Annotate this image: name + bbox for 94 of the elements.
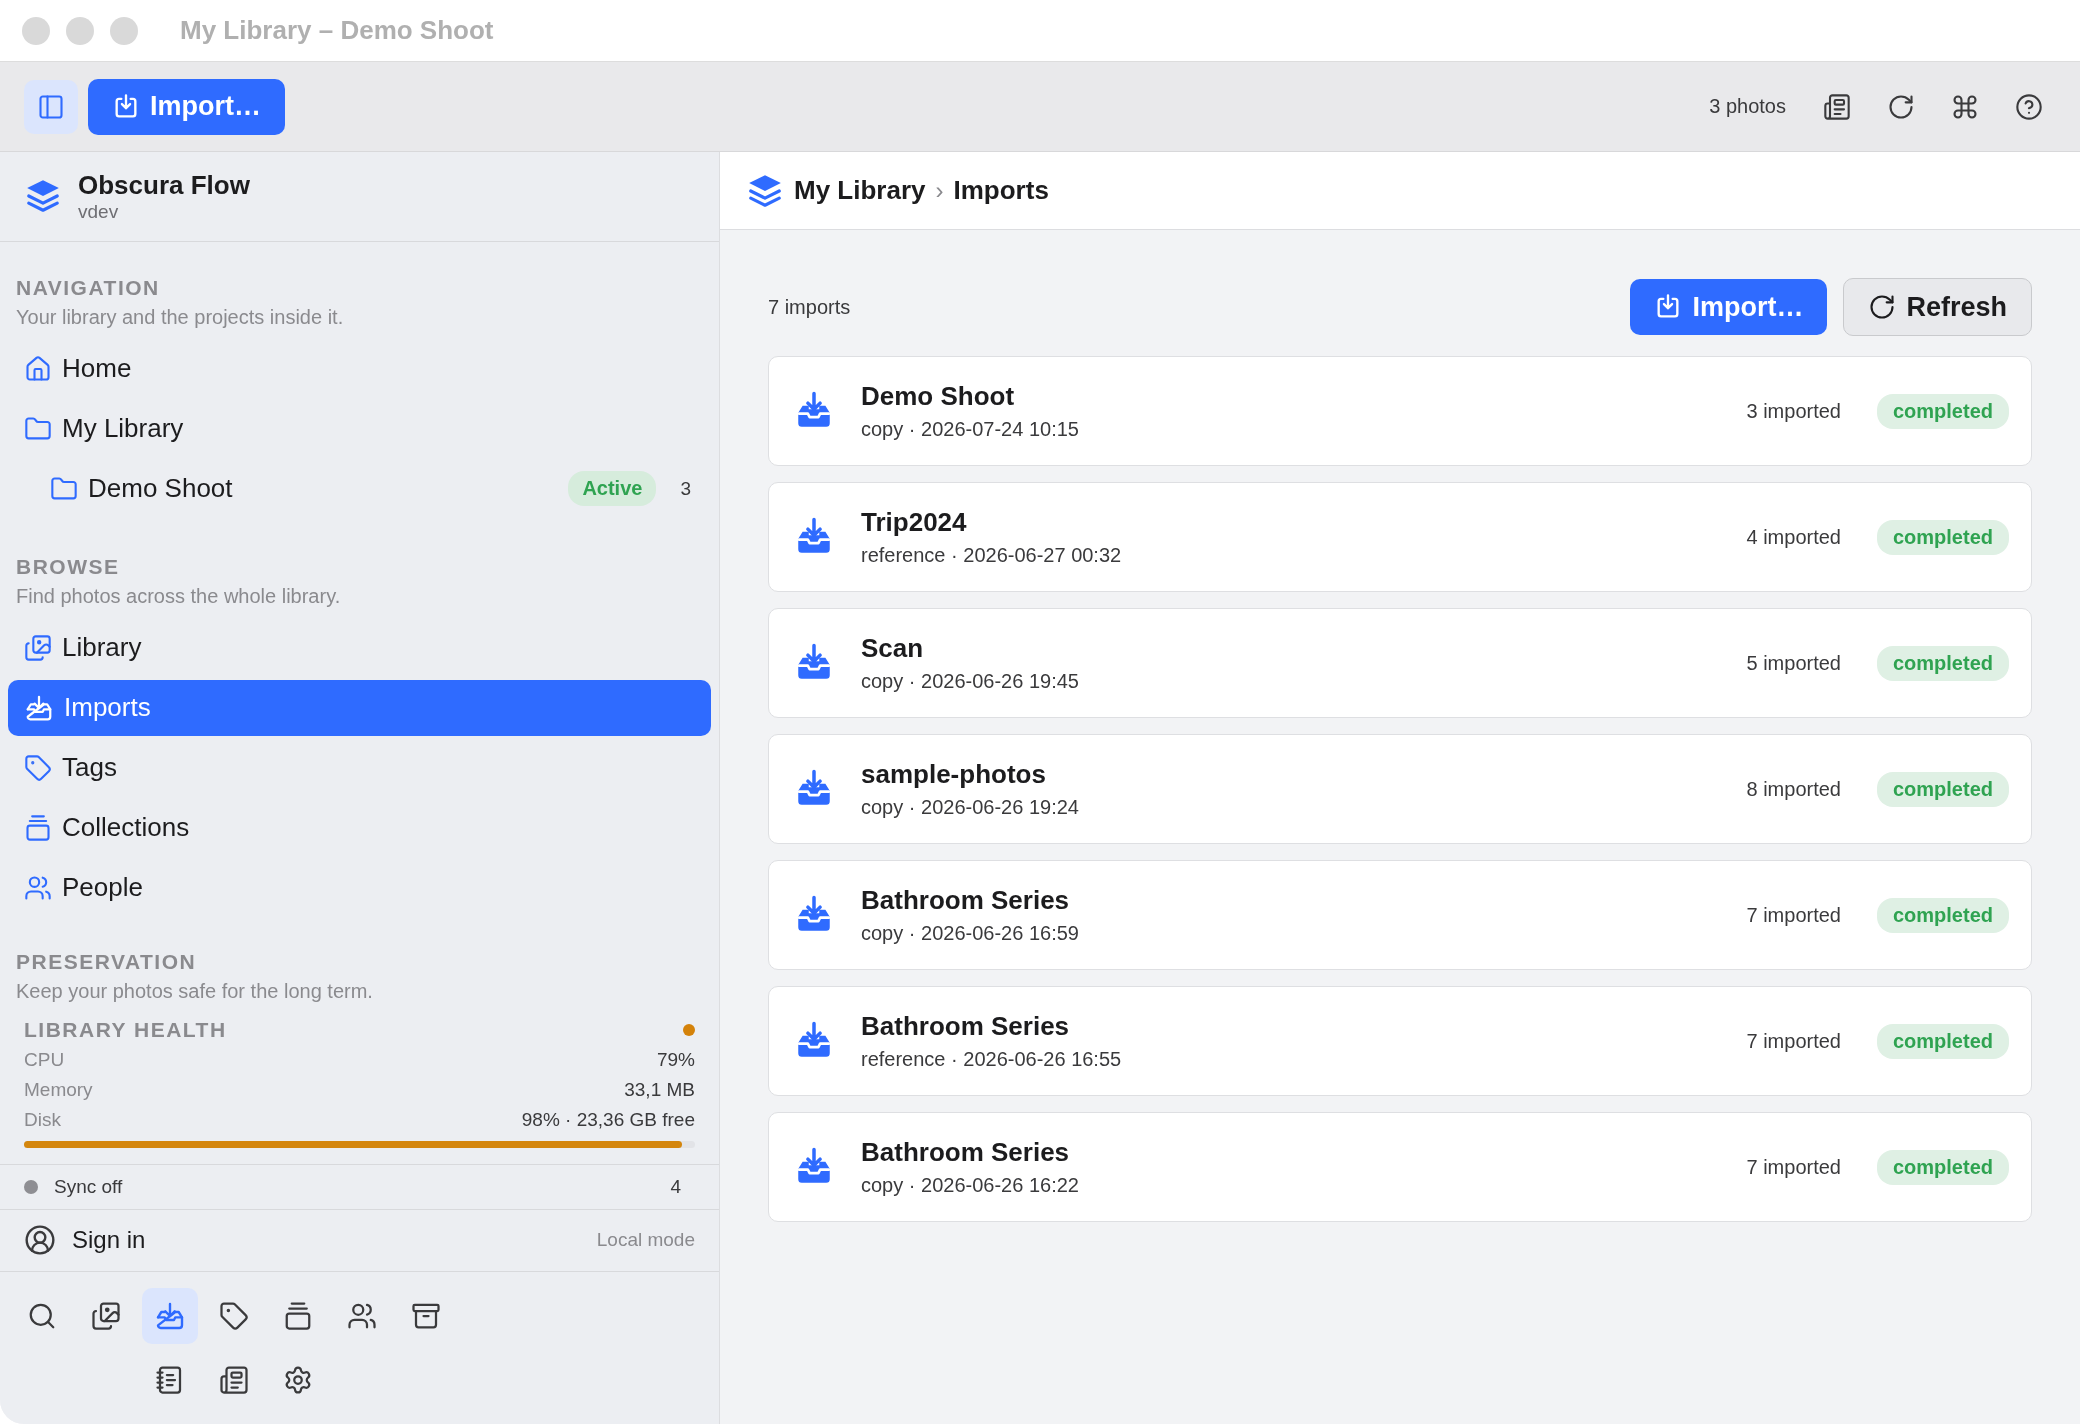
import-name: Bathroom Series [861, 1011, 1071, 1042]
refresh-button[interactable]: Refresh [1843, 278, 2032, 336]
import-detail: copy · 2026-06-26 16:22 [861, 1174, 1079, 1197]
section-title: PRESERVATION [15, 949, 198, 974]
sync-count: 4 [670, 1175, 681, 1198]
imported-count: 7 imported [1746, 1029, 1841, 1053]
metric-label: Disk [24, 1108, 61, 1131]
sidebar-item[interactable]: Home [8, 340, 711, 397]
sign-in-link[interactable]: Sign in [72, 1226, 146, 1255]
stack-icon [24, 813, 52, 842]
import-detail: reference · 2026-06-26 16:55 [861, 1048, 1122, 1071]
images-icon [24, 633, 52, 662]
import-row[interactable]: Bathroom Series copy · 2026-06-26 16:22 7 imported completed [768, 1112, 2032, 1222]
sidebar-item[interactable]: Demo Shoot Active 3 [8, 460, 711, 517]
imported-count: 5 imported [1746, 651, 1841, 675]
import-row[interactable]: Trip2024 reference · 2026-06-27 00:32 4 imported completed [768, 482, 2032, 592]
list-icon [1823, 92, 1851, 121]
sidebar-item[interactable]: Collections [8, 799, 711, 856]
sidebar-item[interactable]: Imports [8, 679, 711, 736]
imported-count: 4 imported [1746, 525, 1841, 549]
status-badge: Active [568, 471, 657, 507]
imported-count: 7 imported [1746, 903, 1841, 927]
import-row[interactable]: Bathroom Series reference · 2026-06-26 16:55 7 imported completed [768, 986, 2032, 1096]
import-name: Bathroom Series [861, 1137, 1071, 1168]
stack-icon [283, 1301, 313, 1331]
import-count: 7 imports [768, 295, 851, 319]
user-icon [24, 1224, 56, 1257]
imported-count: 8 imported [1746, 777, 1841, 801]
import-row[interactable]: Demo Shoot copy · 2026-07-24 10:15 3 imported completed [768, 356, 2032, 466]
status-badge: completed [1876, 519, 2009, 555]
status-badge: completed [1876, 393, 2009, 429]
item-count: 3 [680, 477, 691, 500]
status-badge: completed [1876, 897, 2009, 933]
tag-icon [24, 753, 52, 782]
account-mode: Local mode [596, 1229, 695, 1252]
import-detail: copy · 2026-06-26 16:59 [861, 922, 1079, 945]
health-title: LIBRARY HEALTH [24, 1017, 227, 1042]
tag-icon [219, 1301, 249, 1331]
refresh-icon [1887, 92, 1915, 121]
import-row[interactable]: sample-photos copy · 2026-06-26 19:24 8 imported completed [768, 734, 2032, 844]
sidebar-toggle-button[interactable] [24, 79, 78, 134]
imported-count: 7 imported [1746, 1155, 1841, 1179]
metric-value: 33,1 MB [624, 1078, 695, 1101]
metric-value: 98% · 23,36 GB free [521, 1108, 695, 1131]
people-icon [347, 1301, 377, 1331]
app-version: vdev [78, 200, 120, 223]
import-name: Scan [861, 633, 925, 664]
metric-label: Memory [24, 1078, 93, 1101]
window-title: My Library – Demo Shoot [180, 15, 494, 46]
import-button[interactable]: Import… [88, 78, 285, 135]
import-name: Demo Shoot [861, 381, 1016, 412]
sidebar-item[interactable]: People [8, 859, 711, 916]
import-button[interactable]: Import… [1630, 279, 1828, 335]
photo-count: 3 photos [1709, 95, 1786, 118]
list-icon [219, 1365, 249, 1395]
tray-icon [154, 1300, 186, 1332]
house-icon [24, 354, 52, 383]
status-badge: completed [1876, 771, 2009, 807]
import-row[interactable]: Bathroom Series copy · 2026-06-26 16:59 7 imported completed [768, 860, 2032, 970]
search-icon [27, 1301, 57, 1331]
sidebar-item[interactable]: My Library [8, 400, 711, 457]
status-badge: completed [1876, 1023, 2009, 1059]
sidebar-item[interactable]: Tags [8, 739, 711, 796]
sidebar-icon [37, 92, 65, 121]
section-subtitle: Keep your photos safe for the long term. [15, 979, 374, 1003]
breadcrumb-item[interactable]: My Library [794, 175, 926, 206]
imported-count: 3 imported [1746, 399, 1841, 423]
metric-value: 79% [656, 1048, 695, 1071]
section-title: NAVIGATION [15, 275, 161, 300]
section-title: BROWSE [15, 554, 121, 579]
status-badge: completed [1876, 1149, 2009, 1185]
refresh-icon [1868, 293, 1897, 321]
import-name: sample-photos [861, 759, 1047, 790]
sidebar-item[interactable]: Library [8, 619, 711, 676]
archive-icon [411, 1301, 441, 1331]
import-name: Bathroom Series [861, 885, 1071, 916]
import-detail: copy · 2026-07-24 10:15 [861, 418, 1079, 441]
import-name: Trip2024 [861, 507, 968, 538]
section-subtitle: Your library and the projects inside it. [15, 305, 345, 329]
import-detail: copy · 2026-06-26 19:45 [861, 670, 1079, 693]
settings-icon [283, 1365, 313, 1395]
status-badge: completed [1876, 645, 2009, 681]
images-icon [91, 1301, 121, 1331]
sync-status: Sync off [54, 1175, 123, 1198]
section-subtitle: Find photos across the whole library. [15, 584, 342, 608]
import-detail: reference · 2026-06-27 00:32 [861, 544, 1122, 567]
metric-label: CPU [24, 1048, 65, 1071]
import-row[interactable]: Scan copy · 2026-06-26 19:45 5 imported completed [768, 608, 2032, 718]
help-icon [2015, 92, 2043, 121]
breadcrumb-separator: › [935, 176, 944, 205]
people-icon [24, 873, 52, 902]
import-detail: copy · 2026-06-26 19:24 [861, 796, 1079, 819]
app-name: Obscura Flow [78, 169, 250, 201]
breadcrumb-item[interactable]: Imports [953, 175, 1049, 206]
